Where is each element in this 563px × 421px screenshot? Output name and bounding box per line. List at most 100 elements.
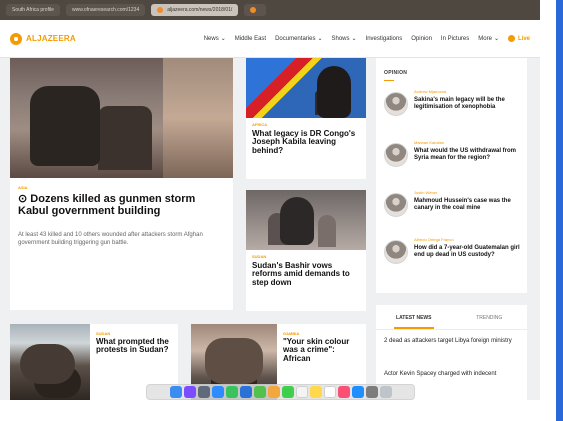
browser-tab-1[interactable]: South Africa profile: [6, 4, 60, 16]
opinion-item[interactable]: Marwan Kabalan What would the US withdra…: [384, 137, 522, 181]
tab-latest-news[interactable]: LATEST NEWS: [376, 313, 452, 329]
nav-item-more[interactable]: More ⌄: [478, 35, 499, 43]
chevron-down-icon: ⌄: [493, 36, 499, 42]
nav-item-in-pictures[interactable]: In Pictures: [441, 36, 469, 42]
messages-icon[interactable]: [225, 386, 238, 398]
calendar-icon[interactable]: [295, 386, 308, 398]
story-kicker: Africa: [252, 122, 268, 127]
author-avatar: [384, 92, 408, 116]
page-content: Asia ⊙ Dozens killed as gunmen storm Kab…: [0, 58, 540, 400]
opinion-headline[interactable]: What would the US withdrawal from Syria …: [414, 148, 522, 162]
story-headline[interactable]: What legacy is DR Congo's Joseph Kabila …: [252, 129, 360, 155]
nav-item-middle-east[interactable]: Middle East: [235, 36, 266, 42]
tab-trending[interactable]: TRENDING: [452, 313, 528, 321]
story-image-protests: [10, 324, 90, 400]
maps-icon[interactable]: [253, 386, 266, 398]
main-story-image: [10, 58, 233, 178]
logo-text: ALJAZEERA: [26, 34, 76, 43]
nav-label: Investigations: [365, 35, 403, 42]
story-headline[interactable]: "Your skin colour was a crime": African: [283, 337, 358, 363]
photos-icon[interactable]: [267, 386, 280, 398]
opinion-item[interactable]: Alfredo Ortega Franco How did a 7-year-o…: [384, 234, 522, 278]
top-navigation: News ⌄ Middle East Documentaries ⌄ Shows ⌄ …: [204, 35, 530, 42]
site-logo[interactable]: ALJAZEERA: [10, 32, 100, 45]
browser-window: South Africa profile www.ofnaeresearch.c…: [0, 0, 540, 400]
browser-tab-4[interactable]: [244, 4, 267, 16]
nav-item-investigations[interactable]: Investigations: [366, 36, 403, 42]
opinion-author: Andrew Mjamonia: [414, 89, 447, 94]
author-avatar: [384, 193, 408, 217]
chevron-down-icon: ⌄: [317, 36, 323, 42]
siri-icon[interactable]: [183, 386, 196, 398]
browser-tab-label: South Africa profile: [12, 7, 54, 13]
story-headline[interactable]: Sudan's Bashir vows reforms amid demands…: [252, 261, 360, 287]
opinion-title: OPINION: [384, 70, 408, 76]
right-edge-strip: [556, 0, 563, 421]
trash-icon[interactable]: [379, 386, 392, 398]
nav-label: More: [478, 35, 492, 42]
browser-tab-label: www.ofnaeresearch.com/1234: [71, 7, 140, 13]
chevron-down-icon: ⌄: [220, 36, 226, 42]
opinion-item[interactable]: Andrew Mjamonia Sakina's main legacy wil…: [384, 86, 522, 130]
nav-label: Middle East: [234, 35, 267, 42]
video-play-icon: ⊙: [18, 193, 31, 205]
mail-icon[interactable]: [239, 386, 252, 398]
nav-item-documentaries[interactable]: Documentaries ⌄: [275, 35, 323, 43]
browser-tab-3[interactable]: aljazeera.com/news/2018/01/: [151, 4, 239, 16]
main-story-kicker: Asia: [18, 185, 28, 190]
story-kicker: Sudan: [96, 331, 111, 336]
nav-item-opinion[interactable]: Opinion: [411, 36, 432, 42]
reminders-icon[interactable]: [323, 386, 336, 398]
opinion-divider: [384, 80, 394, 81]
nav-label: In Pictures: [440, 35, 470, 42]
latest-news-item[interactable]: Actor Kevin Spacey charged with indecent: [384, 371, 520, 378]
aljazeera-logo-icon: [10, 32, 22, 45]
opinion-item[interactable]: Justin Weber Mahmoud Hussein's case was …: [384, 187, 522, 231]
live-label: Live: [517, 35, 530, 42]
facetime-icon[interactable]: [281, 386, 294, 398]
opinion-headline[interactable]: Mahmoud Hussein's case was the canary in…: [414, 198, 522, 212]
main-story-summary: At least 43 killed and 10 others wounded…: [18, 232, 203, 246]
nav-label: Opinion: [411, 35, 432, 42]
live-button[interactable]: Live: [507, 35, 530, 42]
opinion-headline[interactable]: Sakina's main legacy will be the legitim…: [414, 97, 522, 111]
music-icon[interactable]: [337, 386, 350, 398]
main-story-headline[interactable]: ⊙ Dozens killed as gunmen storm Kabul go…: [18, 193, 218, 217]
story-card-sudan[interactable]: Sudan Sudan's Bashir vows reforms amid d…: [246, 190, 366, 311]
latest-news-tabs: LATEST NEWS TRENDING: [376, 305, 527, 330]
nav-item-shows[interactable]: Shows ⌄: [331, 35, 357, 43]
opinion-panel: OPINION Andrew Mjamonia Sakina's main le…: [376, 58, 527, 293]
app-store-icon[interactable]: [351, 386, 364, 398]
nav-label: News: [203, 35, 219, 42]
opinion-author: Justin Weber: [414, 190, 438, 195]
site-favicon-icon: [250, 7, 257, 13]
browser-tabbar: South Africa profile www.ofnaeresearch.c…: [0, 0, 540, 20]
screenshot-frame: South Africa profile www.ofnaeresearch.c…: [0, 0, 563, 421]
author-avatar: [384, 143, 408, 167]
safari-icon[interactable]: [211, 386, 224, 398]
finder-icon[interactable]: [169, 386, 182, 398]
main-story-card[interactable]: Asia ⊙ Dozens killed as gunmen storm Kab…: [10, 58, 233, 310]
latest-news-item[interactable]: 2 dead as attackers target Libya foreign…: [384, 338, 520, 345]
nav-label: Documentaries: [275, 35, 316, 42]
opinion-author: Alfredo Ortega Franco: [414, 237, 454, 242]
chevron-down-icon: ⌄: [351, 36, 357, 42]
story-kicker: Gambia: [283, 331, 300, 336]
main-story-headline-text: Dozens killed as gunmen storm Kabul gove…: [18, 193, 196, 217]
story-image-congo: [246, 58, 366, 118]
author-avatar: [384, 240, 408, 264]
opinion-headline[interactable]: How did a 7-year-old Guatemalan girl end…: [414, 245, 522, 259]
browser-tab-2[interactable]: www.ofnaeresearch.com/1234: [65, 4, 146, 16]
nav-item-news[interactable]: News ⌄: [203, 35, 226, 43]
story-image-sudan: [246, 190, 366, 250]
site-favicon-icon: [157, 7, 164, 13]
mac-dock: [146, 384, 415, 400]
browser-tab-label: aljazeera.com/news/2018/01/: [167, 7, 233, 13]
launchpad-icon[interactable]: [197, 386, 210, 398]
live-icon: [507, 35, 515, 42]
story-kicker: Sudan: [252, 254, 267, 259]
notes-icon[interactable]: [309, 386, 322, 398]
story-headline[interactable]: What prompted the protests in Sudan?: [96, 337, 171, 355]
settings-icon[interactable]: [365, 386, 378, 398]
story-card-congo[interactable]: Africa What legacy is DR Congo's Joseph …: [246, 58, 366, 179]
